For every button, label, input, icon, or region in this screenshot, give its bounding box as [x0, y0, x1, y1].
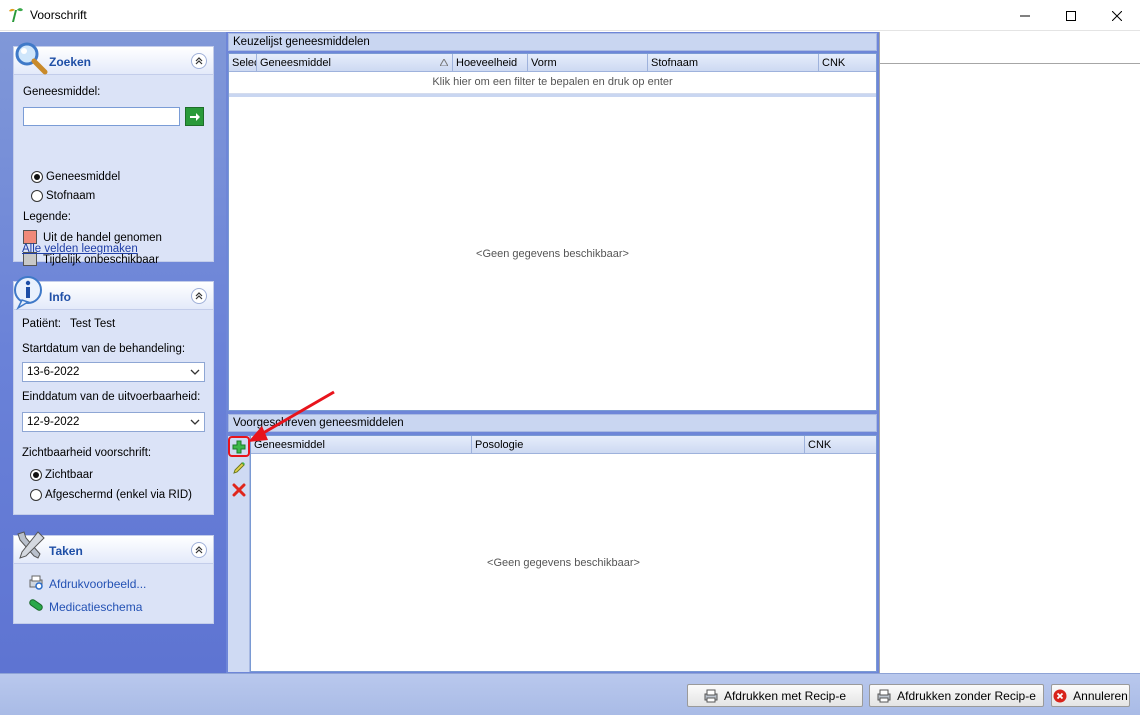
chevron-down-icon	[190, 369, 200, 375]
printer-icon	[704, 689, 718, 702]
tasks-collapse-button[interactable]	[191, 542, 207, 558]
tasks-panel: Taken Afdrukvoorbeeld... Medicatieschema	[13, 531, 214, 624]
app-icon	[9, 8, 23, 22]
close-window-button[interactable]	[1094, 0, 1140, 31]
maximize-button[interactable]	[1048, 0, 1094, 31]
cancel-button[interactable]: Annuleren	[1051, 684, 1130, 707]
cancel-label: Annuleren	[1073, 688, 1128, 703]
radio-shielded-label: Afgeschermd (enkel via RID)	[45, 489, 192, 501]
maximize-icon	[1066, 10, 1076, 21]
patient-name: Test Test	[70, 318, 116, 330]
choice-list-grid: Selec Geneesmiddel Hoeveelheid Vorm Stof…	[228, 53, 877, 411]
info-panel: Info Patiënt: Test Test Startdatum van d…	[13, 276, 214, 515]
chevron-up-double-icon	[195, 292, 203, 300]
col-cnk[interactable]: CNK	[819, 54, 876, 72]
col-geneesmiddel[interactable]: Geneesmiddel	[257, 54, 453, 72]
chevron-up-double-icon	[195, 57, 203, 65]
start-date-label: Startdatum van de behandeling:	[22, 343, 186, 355]
print-with-recipe-button[interactable]: Afdrukken met Recip-e	[687, 684, 863, 707]
end-date-picker[interactable]: 12-9-2022	[22, 412, 205, 432]
window-title: Voorschrift	[30, 8, 87, 22]
tasks-panel-header: Taken	[14, 531, 213, 564]
print-without-recipe-label: Afdrukken zonder Recip-e	[897, 688, 1036, 703]
wrench-icon	[17, 531, 45, 559]
end-date-value: 12-9-2022	[27, 416, 80, 428]
print-preview-link[interactable]: Afdrukvoorbeeld...	[49, 577, 146, 591]
patient-label: Patiënt:	[22, 318, 61, 330]
title-bar: Voorschrift	[0, 0, 1140, 31]
col-vorm[interactable]: Vorm	[528, 54, 648, 72]
clear-fields-link[interactable]: Alle velden leegmaken	[22, 243, 138, 255]
start-date-picker[interactable]: 13-6-2022	[22, 362, 205, 382]
info-icon	[14, 276, 42, 310]
prescribed-empty-text: <Geen gegevens beschikbaar>	[487, 557, 640, 569]
radio-stofnaam-label: Stofnaam	[46, 190, 96, 202]
add-medicine-button[interactable]	[230, 438, 248, 456]
prescribed-grid: Geneesmiddel Posologie CNK <Geen gegeven…	[250, 435, 877, 672]
filter-divider	[229, 94, 876, 97]
delete-x-icon	[232, 483, 246, 497]
radio-shielded[interactable]	[30, 489, 42, 501]
tasks-panel-title: Taken	[49, 544, 83, 558]
choice-list-empty-text: <Geen gegevens beschikbaar>	[476, 248, 629, 260]
col-select[interactable]: Selec	[229, 54, 257, 72]
medicine-field-label: Geneesmiddel:	[23, 86, 101, 98]
legend-swatch-withdrawn	[23, 230, 37, 244]
end-date-label: Einddatum van de uitvoerbaarheid:	[22, 391, 201, 403]
left-sidebar: Zoeken Geneesmiddel: Geneesmiddel Stofna…	[0, 32, 226, 673]
pencil-icon	[233, 462, 245, 474]
prescribed-list-title: Voorgeschreven geneesmiddelen	[228, 414, 877, 432]
col-geneesmiddel-label: Geneesmiddel	[260, 57, 331, 69]
footer-bar: Afdrukken met Recip-e Afdrukken zonder R…	[0, 673, 1140, 715]
search-go-button[interactable]	[185, 107, 204, 126]
minimize-button[interactable]	[1002, 0, 1048, 31]
radio-stofnaam[interactable]	[31, 190, 43, 202]
chevron-down-icon	[190, 419, 200, 425]
minimize-icon	[1020, 15, 1030, 16]
visibility-label: Zichtbaarheid voorschrift:	[22, 447, 152, 459]
choice-list-header: Selec Geneesmiddel Hoeveelheid Vorm Stof…	[229, 54, 876, 72]
col-posologie[interactable]: Posologie	[472, 436, 805, 454]
edit-medicine-button[interactable]	[230, 459, 248, 477]
col-prescribed-cnk[interactable]: CNK	[805, 436, 876, 454]
plus-icon	[232, 440, 246, 454]
detail-pane-header	[880, 32, 1140, 64]
print-without-recipe-button[interactable]: Afdrukken zonder Recip-e	[869, 684, 1044, 707]
magnifier-icon	[15, 42, 48, 75]
pill-icon	[29, 599, 43, 611]
detail-pane	[879, 32, 1140, 673]
search-panel: Zoeken Geneesmiddel: Geneesmiddel Stofna…	[13, 42, 214, 266]
delete-medicine-button[interactable]	[230, 481, 248, 499]
print-preview-icon	[29, 575, 43, 590]
legend-unavailable-label: Tijdelijk onbeschikbaar	[43, 254, 159, 266]
prescribed-toolbar	[228, 436, 250, 672]
filter-row[interactable]: Klik hier om een filter te bepalen en dr…	[229, 72, 876, 94]
chevron-up-double-icon	[195, 546, 203, 554]
start-date-value: 13-6-2022	[27, 366, 80, 378]
col-prescribed-geneesmiddel[interactable]: Geneesmiddel	[251, 436, 472, 454]
print-with-recipe-label: Afdrukken met Recip-e	[723, 688, 847, 703]
info-collapse-button[interactable]	[191, 288, 207, 304]
close-icon	[1112, 10, 1122, 21]
legend-label: Legende:	[23, 211, 71, 223]
radio-geneesmiddel[interactable]	[31, 171, 43, 183]
medication-schedule-link[interactable]: Medicatieschema	[49, 600, 142, 614]
col-stofnaam[interactable]: Stofnaam	[648, 54, 819, 72]
sort-ascending-icon	[440, 59, 448, 66]
info-panel-title: Info	[49, 290, 71, 304]
info-panel-header: Info	[14, 276, 213, 310]
search-panel-header: Zoeken	[14, 42, 213, 75]
arrow-right-icon	[189, 112, 200, 121]
cancel-icon	[1053, 689, 1067, 702]
radio-visible-label: Zichtbaar	[45, 469, 93, 481]
choice-list-title: Keuzelijst geneesmiddelen	[228, 33, 877, 51]
search-collapse-button[interactable]	[191, 53, 207, 69]
prescribed-header: Geneesmiddel Posologie CNK	[251, 436, 876, 454]
radio-geneesmiddel-label: Geneesmiddel	[46, 171, 121, 183]
search-panel-title: Zoeken	[49, 55, 92, 69]
col-hoeveelheid[interactable]: Hoeveelheid	[453, 54, 528, 72]
radio-visible[interactable]	[30, 469, 42, 481]
medicine-search-input[interactable]	[23, 107, 180, 126]
printer-icon	[877, 689, 891, 702]
